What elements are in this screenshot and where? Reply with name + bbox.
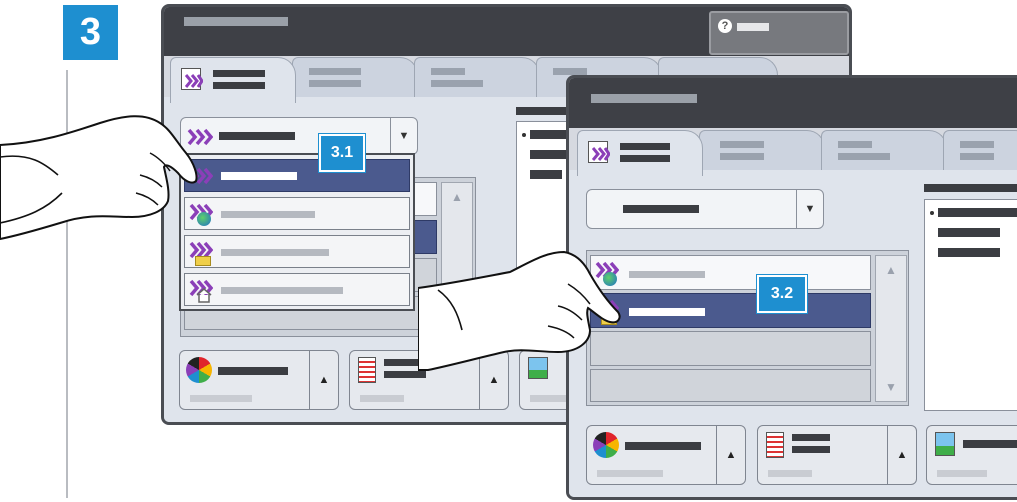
- color-mode-up-arrow-icon[interactable]: ▲: [716, 426, 745, 484]
- button-label-placeholder: [218, 367, 288, 375]
- title-placeholder: [591, 94, 697, 103]
- color-mode-button[interactable]: ▲: [179, 350, 339, 410]
- tab-2[interactable]: [292, 57, 418, 97]
- button-value-placeholder: [360, 395, 404, 402]
- summary-header-placeholder: [924, 184, 1017, 192]
- dropdown-value-placeholder: [219, 132, 295, 140]
- list-row-selected[interactable]: [590, 293, 871, 328]
- summary-line-placeholder: [938, 208, 1017, 217]
- callout-3-1-label: 3.1: [330, 144, 354, 161]
- scroll-down-icon[interactable]: ▼: [876, 373, 906, 401]
- popup-option[interactable]: [184, 235, 410, 268]
- option-label-placeholder: [221, 249, 329, 256]
- tab-scan-active[interactable]: [577, 130, 703, 176]
- document-lines-icon: [766, 432, 784, 458]
- list-row[interactable]: [590, 255, 871, 290]
- button-label-placeholder: [792, 446, 830, 453]
- help-question-icon: ?: [718, 19, 732, 33]
- list-row[interactable]: [590, 369, 871, 402]
- tab-sublabel-placeholder: [960, 153, 994, 160]
- title-placeholder: [184, 17, 288, 26]
- button-value-placeholder: [937, 470, 987, 477]
- color-mode-button[interactable]: ▲: [586, 425, 746, 485]
- tab-3[interactable]: [821, 130, 947, 170]
- tab-label-placeholder: [431, 68, 465, 75]
- button-label-placeholder: [625, 442, 701, 450]
- help-button[interactable]: ?: [709, 11, 849, 55]
- tab-sublabel-placeholder: [431, 80, 483, 87]
- popup-option-selected[interactable]: [184, 159, 410, 192]
- button-label-placeholder: [792, 434, 830, 441]
- tab-sublabel-placeholder: [620, 155, 670, 162]
- tab-sublabel-placeholder: [309, 80, 361, 87]
- title-bar: ?: [164, 7, 849, 56]
- scan-chevron-icon: [185, 74, 203, 88]
- pointing-hand-icon: [0, 115, 198, 241]
- dropdown-arrow-icon[interactable]: ▼: [796, 190, 823, 228]
- button-value-placeholder: [190, 395, 252, 402]
- step-number-badge: 3: [63, 5, 118, 60]
- tab-sublabel-placeholder: [720, 153, 764, 160]
- list-row[interactable]: [590, 331, 871, 366]
- button-value-placeholder: [768, 470, 812, 477]
- option-label-placeholder: [221, 211, 315, 218]
- scroll-up-icon[interactable]: ▲: [442, 183, 472, 211]
- color-wheel-icon: [593, 432, 619, 458]
- tab-label-placeholder: [838, 141, 872, 148]
- color-mode-up-arrow-icon[interactable]: ▲: [309, 351, 338, 409]
- button-value-placeholder: [597, 470, 663, 477]
- tab-label-placeholder: [720, 141, 764, 148]
- option-label-placeholder: [221, 287, 343, 294]
- scan-type-dropdown[interactable]: ▼: [180, 117, 418, 155]
- folder-icon: [195, 256, 211, 266]
- pointing-hand-icon: [418, 250, 621, 371]
- dropdown-arrow-icon[interactable]: ▼: [390, 118, 417, 154]
- summary-box: [924, 199, 1017, 411]
- tab-3[interactable]: [414, 57, 540, 97]
- popup-option[interactable]: [184, 273, 410, 306]
- document-lines-icon: [358, 357, 376, 383]
- bullet-icon: [930, 211, 934, 215]
- button-value-placeholder: [530, 395, 570, 402]
- tab-2[interactable]: [699, 130, 825, 170]
- dropdown-value-placeholder: [623, 205, 699, 213]
- callout-3-2: 3.2: [757, 275, 807, 313]
- scan-type-dropdown[interactable]: ▼: [586, 189, 824, 229]
- title-bar: [569, 78, 1017, 128]
- original-type-button[interactable]: ▲: [757, 425, 917, 485]
- summary-line-placeholder: [530, 170, 562, 179]
- original-type-up-arrow-icon[interactable]: ▲: [887, 426, 916, 484]
- summary-line-placeholder: [938, 248, 1000, 257]
- tab-sublabel-placeholder: [838, 153, 890, 160]
- image-icon: [935, 432, 955, 456]
- scan-type-popup-menu: [179, 153, 415, 311]
- tab-label-placeholder: [553, 68, 587, 75]
- help-label-placeholder: [737, 23, 769, 31]
- tab-label-placeholder: [213, 70, 265, 77]
- scroll-up-icon[interactable]: ▲: [876, 256, 906, 284]
- button-label-placeholder: [963, 440, 1017, 448]
- color-wheel-icon: [186, 357, 212, 383]
- tab-label-placeholder: [620, 143, 670, 150]
- tab-4[interactable]: [943, 130, 1017, 170]
- popup-option[interactable]: [184, 197, 410, 230]
- callout-3-2-label: 3.2: [770, 285, 794, 302]
- list-scrollbar[interactable]: ▲ ▼: [875, 255, 907, 402]
- option-label-placeholder: [221, 172, 297, 180]
- row-label-placeholder: [629, 271, 705, 278]
- row-label-placeholder: [629, 308, 705, 316]
- tab-sublabel-placeholder: [213, 82, 265, 89]
- image-options-button[interactable]: [926, 425, 1017, 485]
- scan-chevron-icon: [592, 147, 610, 161]
- summary-line-placeholder: [938, 228, 1000, 237]
- home-icon: [196, 288, 212, 303]
- tab-scan-active[interactable]: [170, 57, 296, 103]
- tab-label-placeholder: [960, 141, 994, 148]
- callout-3-1: 3.1: [319, 134, 365, 172]
- destination-listbox: ▲ ▼: [586, 250, 909, 406]
- step-number: 3: [79, 11, 102, 53]
- tab-label-placeholder: [309, 68, 361, 75]
- bullet-icon: [522, 133, 526, 137]
